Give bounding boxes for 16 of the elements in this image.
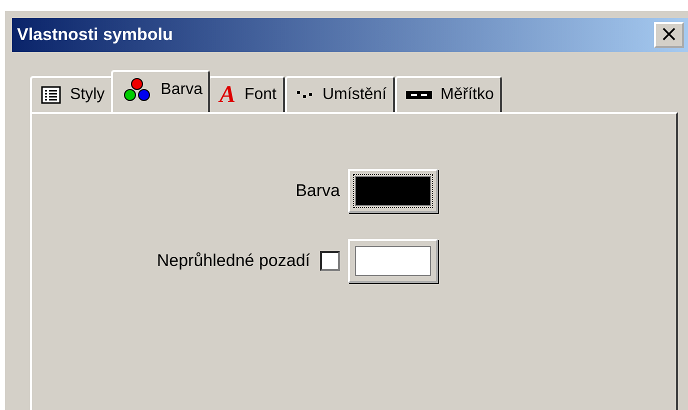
field-label: Neprůhledné pozadí [156,251,310,271]
list-icon [41,86,61,104]
tab[interactable]: Barva [110,70,210,112]
tab[interactable]: A Font [208,76,284,112]
tab[interactable]: Umístění [284,76,395,112]
dots-icon [296,90,314,100]
field-label: Barva [296,181,340,201]
scale-icon [406,91,432,99]
window-title: Vlastnosti symbolu [17,25,173,45]
color-button[interactable] [348,169,438,213]
color-dots-icon [122,77,152,103]
color-button[interactable] [348,239,438,283]
letter-icon: A [219,82,236,108]
tab[interactable]: Měřítko [394,76,502,112]
checkbox[interactable] [320,251,340,271]
close-button[interactable]: × [654,22,684,48]
